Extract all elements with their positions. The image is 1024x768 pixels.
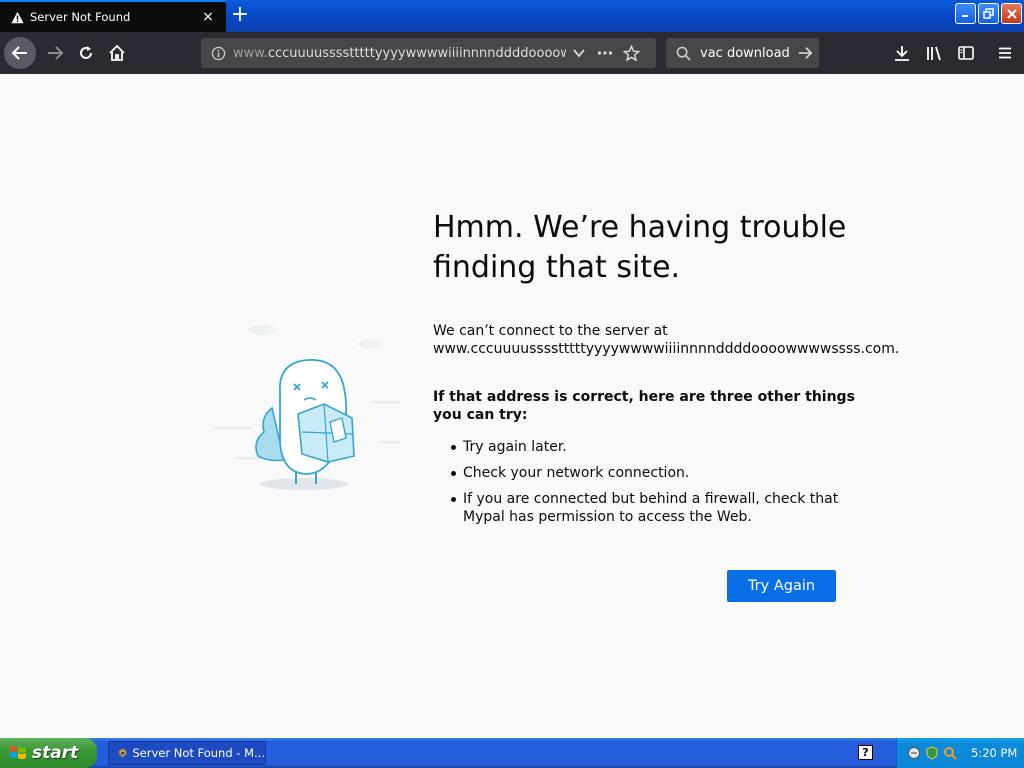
reload-button[interactable]	[71, 38, 101, 68]
taskbar: start Server Not Found - M... ? 5:20 PM	[0, 738, 1024, 768]
suggestion-item: If you are connected but behind a firewa…	[433, 490, 863, 526]
navigation-toolbar: www.cccuuuusssstttttyyyywwwwiiiinnnndddd…	[0, 32, 1024, 74]
tray-security-icon[interactable]	[925, 746, 939, 760]
page-content: Hmm. We’re having trouble finding that s…	[0, 74, 1024, 738]
download-icon	[895, 46, 909, 61]
menu-icon	[999, 47, 1011, 59]
back-icon	[11, 46, 27, 60]
tab-server-not-found[interactable]: Server Not Found ×	[0, 0, 226, 32]
error-message: Hmm. We’re having trouble finding that s…	[433, 208, 900, 534]
library-icon	[927, 46, 941, 61]
home-button[interactable]	[102, 38, 132, 68]
system-tray: 5:20 PM	[896, 738, 1024, 768]
clock: 5:20 PM	[971, 746, 1018, 760]
restore-button[interactable]	[978, 3, 999, 24]
sidebar-button[interactable]	[951, 38, 981, 68]
minimize-button[interactable]	[955, 3, 976, 24]
more-icon[interactable]	[592, 40, 618, 66]
info-icon[interactable]	[207, 46, 229, 61]
url-bar[interactable]: www.cccuuuusssstttttyyyywwwwiiiinnnndddd…	[201, 38, 656, 68]
start-button[interactable]: start	[0, 738, 97, 768]
sidebar-icon	[958, 46, 974, 60]
library-button[interactable]	[919, 38, 949, 68]
title-bar-band	[226, 0, 1024, 32]
tray-search-icon[interactable]	[943, 746, 957, 760]
error-address: www.cccuuuusssstttttyyyywwwwiiiinnnndddd…	[433, 341, 900, 357]
close-tab-icon[interactable]: ×	[198, 7, 218, 27]
search-bar[interactable]: vac download	[666, 38, 819, 68]
new-tab-button[interactable]: +	[228, 4, 252, 28]
suggestions-heading: If that address is correct, here are thr…	[433, 389, 855, 423]
menu-button[interactable]	[990, 38, 1020, 68]
forward-button[interactable]	[40, 38, 70, 68]
suggestion-item: Check your network connection.	[433, 464, 863, 482]
home-icon	[109, 44, 125, 61]
chevron-down-icon[interactable]	[566, 40, 592, 66]
back-button[interactable]	[4, 37, 36, 69]
taskbar-item-browser[interactable]: Server Not Found - M...	[108, 741, 266, 765]
suggestion-item: Try again later.	[433, 438, 863, 456]
go-arrow-icon[interactable]	[791, 45, 819, 61]
tray-network-icon[interactable]	[907, 746, 921, 760]
star-icon[interactable]	[618, 40, 644, 66]
taskbar-item-label: Server Not Found - M...	[132, 746, 265, 760]
mypal-icon	[118, 748, 127, 758]
downloads-button[interactable]	[887, 38, 917, 68]
url-input[interactable]: www.cccuuuusssstttttyyyywwwwiiiinnnndddd…	[233, 46, 566, 61]
warning-icon	[10, 10, 24, 24]
help-icon[interactable]: ?	[858, 745, 873, 760]
tab-bar: Server Not Found × +	[0, 0, 1024, 32]
windows-logo-icon	[10, 746, 26, 759]
close-window-button[interactable]	[1001, 3, 1022, 24]
reload-icon	[80, 46, 92, 59]
forward-icon	[48, 46, 64, 60]
start-label: start	[32, 743, 79, 763]
error-description: We can’t connect to the server at www.cc…	[433, 322, 900, 358]
error-heading: Hmm. We’re having trouble finding that s…	[433, 210, 847, 285]
search-input[interactable]: vac download	[700, 46, 791, 61]
error-description-text: We can’t connect to the server at	[433, 323, 668, 339]
confused-creature-illustration	[214, 325, 400, 490]
suggestions-list: Try again later. Check your network conn…	[433, 438, 863, 526]
tab-title: Server Not Found	[30, 10, 131, 24]
try-again-button[interactable]: Try Again	[727, 570, 836, 602]
search-icon	[670, 46, 696, 61]
